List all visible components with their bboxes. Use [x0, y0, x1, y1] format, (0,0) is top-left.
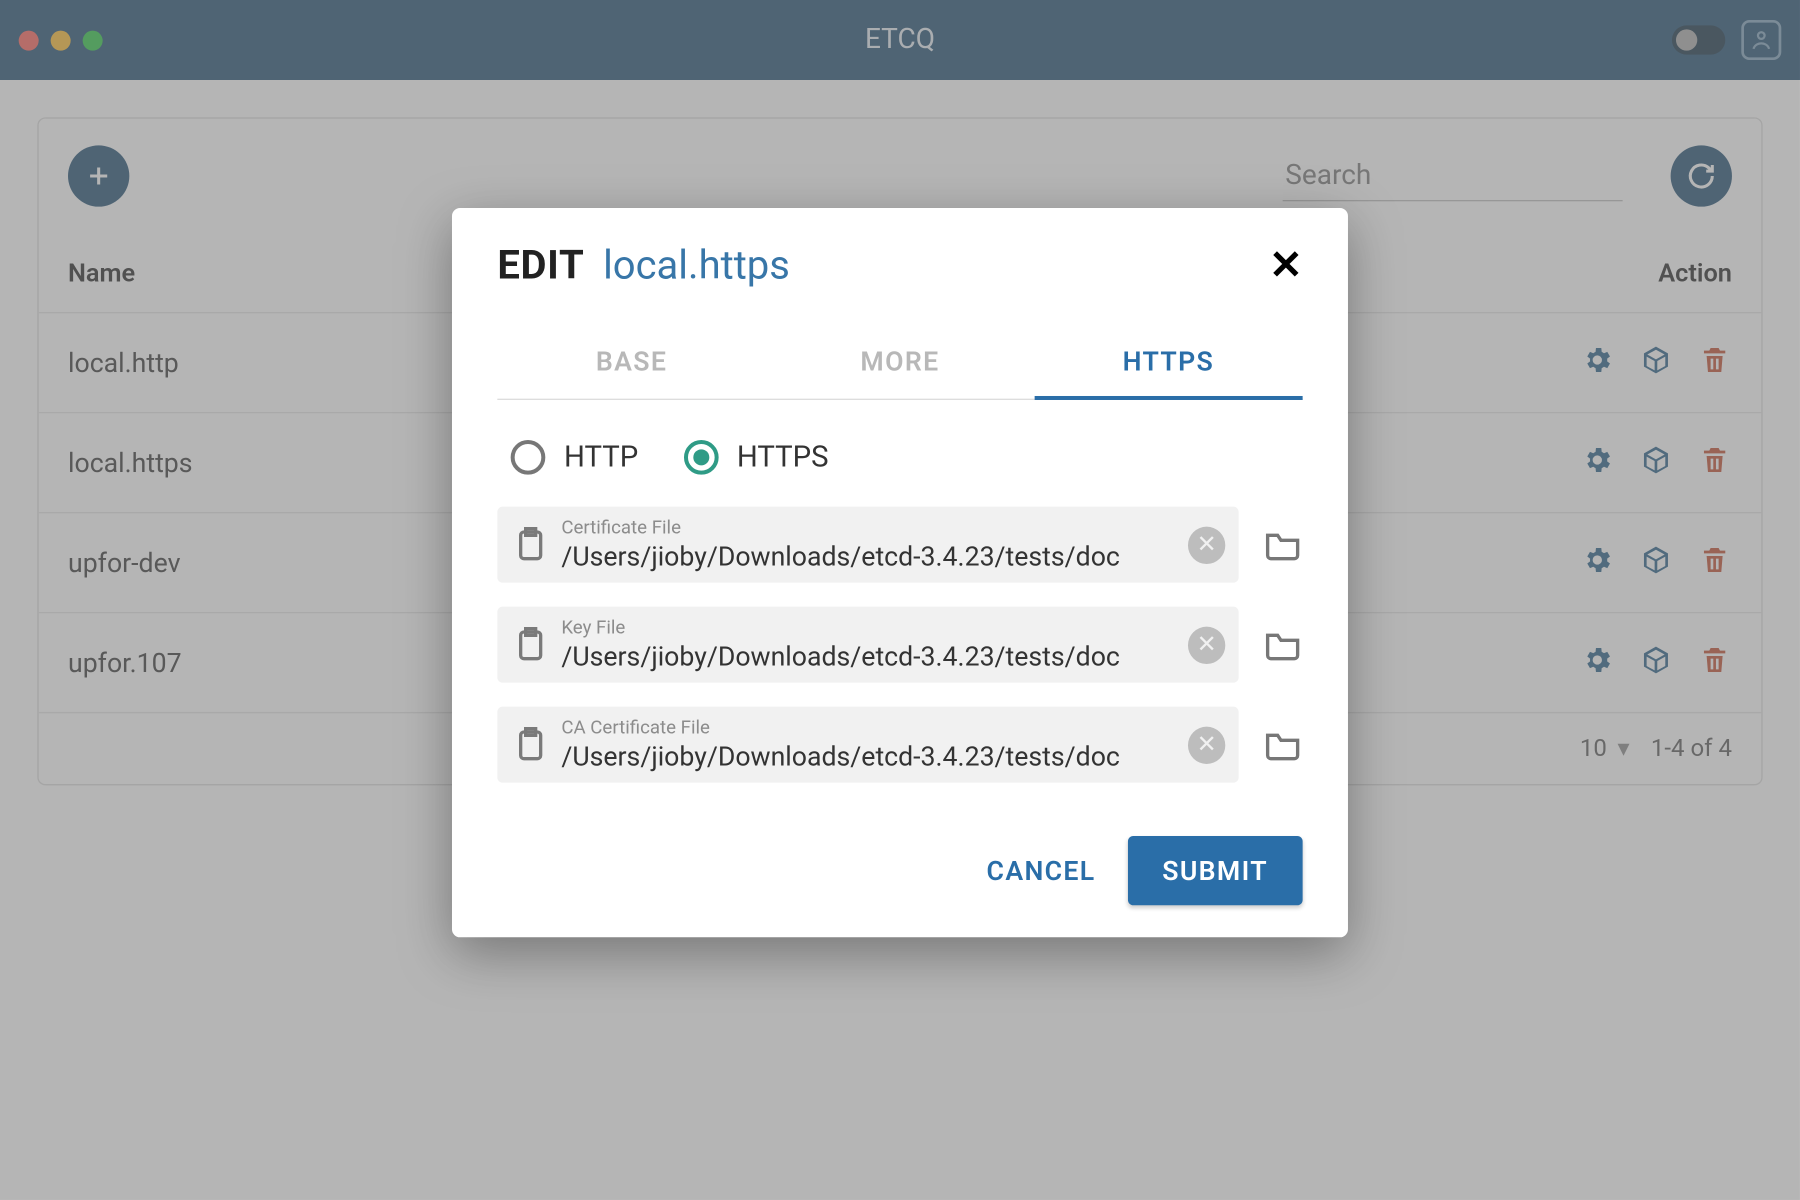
radio-http[interactable]: HTTP [511, 440, 639, 475]
file-path: /Users/jioby/Downloads/etcd-3.4.23/tests… [561, 740, 1177, 772]
attachment-icon [511, 625, 551, 665]
clear-icon[interactable]: ✕ [1188, 726, 1225, 763]
radio-label: HTTP [564, 441, 638, 474]
clear-icon[interactable]: ✕ [1188, 626, 1225, 663]
modal-overlay: EDIT local.https ✕ BASE MORE HTTPS HTTP … [0, 0, 1800, 1200]
radio-icon [511, 440, 546, 475]
attachment-icon [511, 725, 551, 765]
radio-label: HTTPS [737, 441, 829, 474]
file-input[interactable]: CA Certificate File/Users/jioby/Download… [497, 707, 1238, 783]
radio-icon [684, 440, 719, 475]
submit-button[interactable]: SUBMIT [1128, 836, 1303, 905]
file-label: CA Certificate File [561, 717, 1177, 738]
clear-icon[interactable]: ✕ [1188, 526, 1225, 563]
radio-https[interactable]: HTTPS [684, 440, 829, 475]
file-label: Certificate File [561, 517, 1177, 538]
file-field-cert: Certificate File/Users/jioby/Downloads/e… [497, 507, 1302, 583]
file-path: /Users/jioby/Downloads/etcd-3.4.23/tests… [561, 540, 1177, 572]
attachment-icon [511, 525, 551, 565]
tab-https[interactable]: HTTPS [1034, 327, 1302, 400]
cancel-button[interactable]: CANCEL [987, 855, 1096, 887]
folder-icon[interactable] [1263, 525, 1303, 565]
file-field-ca: CA Certificate File/Users/jioby/Download… [497, 707, 1302, 783]
dialog-title: EDIT [497, 243, 584, 290]
file-input[interactable]: Key File/Users/jioby/Downloads/etcd-3.4.… [497, 607, 1238, 683]
edit-dialog: EDIT local.https ✕ BASE MORE HTTPS HTTP … [452, 208, 1348, 937]
file-label: Key File [561, 617, 1177, 638]
tab-more[interactable]: MORE [766, 327, 1034, 399]
file-field-key: Key File/Users/jioby/Downloads/etcd-3.4.… [497, 607, 1302, 683]
folder-icon[interactable] [1263, 625, 1303, 665]
file-input[interactable]: Certificate File/Users/jioby/Downloads/e… [497, 507, 1238, 583]
folder-icon[interactable] [1263, 725, 1303, 765]
file-path: /Users/jioby/Downloads/etcd-3.4.23/tests… [561, 640, 1177, 672]
dialog-tabs: BASE MORE HTTPS [497, 327, 1302, 400]
close-icon[interactable]: ✕ [1269, 243, 1303, 290]
dialog-subtitle: local.https [603, 243, 790, 290]
tab-base[interactable]: BASE [497, 327, 765, 399]
